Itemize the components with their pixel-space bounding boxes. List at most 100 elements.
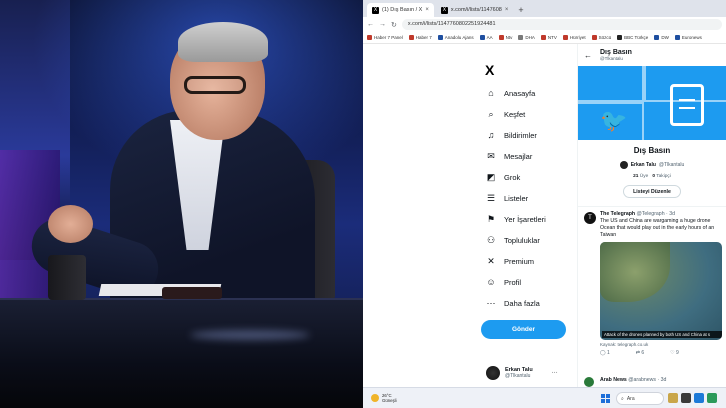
bookmark-item[interactable]: Haber 7 [408,35,432,40]
close-tab-icon[interactable]: × [425,7,429,13]
sidebar-item-listeler[interactable]: ☰ Listeler [486,193,528,203]
sidebar-item-label: Topluluklar [504,235,540,245]
bookmark-favicon-icon [654,35,660,40]
grok-icon: ◩ [486,171,496,182]
taskbar-app-icon[interactable] [668,393,678,403]
bookmark-icon: ⚑ [486,213,496,224]
home-icon: ⌂ [488,87,494,98]
tab-title: x.com/i/lists/1147608 [450,7,502,13]
bookmark-favicon-icon [437,35,443,40]
reply-button[interactable]: ◯ 1 [600,350,610,356]
x-logo-icon[interactable]: X [485,62,494,78]
document-icon [670,84,704,126]
weather-widget[interactable]: 26°C Güneşli [371,393,397,403]
premium-icon: ✕ [487,255,495,266]
bookmark-favicon-icon [518,35,524,40]
bookmark-item[interactable]: BBC Türkçe [617,35,648,40]
bookmark-favicon-icon [408,35,414,40]
tweet-text: The US and China are wargaming a huge dr… [600,218,715,238]
back-arrow-icon[interactable]: ← [367,21,374,28]
more-dots-icon[interactable]: ··· [552,370,558,376]
taskbar-search[interactable]: ⌕ Ara [616,392,664,405]
owner-name: Erkan Talu [630,162,656,168]
sidebar-item-mesajlar[interactable]: ✉ Mesajlar [486,151,532,161]
sidebar-item-ke-fet[interactable]: ⌕ Keşfet [486,109,525,119]
reload-icon[interactable]: ↻ [391,21,397,29]
bookmark-item[interactable]: DW [654,35,669,40]
tweet[interactable]: Arab News @arabnews · 3d [578,377,726,387]
address-bar-row: ← → ↻ x.com/i/lists/1147760802251924481 [363,17,726,32]
bookmark-label: BBC Türkçe [624,35,649,40]
bookmark-item[interactable]: Ntv [498,35,512,40]
bookmark-label: Haber 7 [415,35,432,40]
bell-icon: ♫ [487,129,495,140]
post-button[interactable]: Gönder [481,320,566,339]
bookmark-item[interactable]: Sözcü [591,35,611,40]
sidebar-item-yer-i-aretleri[interactable]: ⚑ Yer İşaretleri [486,214,546,224]
list-owner[interactable]: Erkan Talu @Tlkantalu [578,161,726,169]
list-header-handle: @Tlkantalu [600,56,623,61]
retweet-count: 6 [641,350,645,356]
sidebar-item-premium[interactable]: ✕ Premium [486,256,534,266]
avatar [584,377,594,387]
bookmark-label: Euronews [681,35,702,40]
sidebar-item-grok[interactable]: ◩ Grok [486,171,521,182]
profile-icon: ☺ [486,276,496,287]
bookmark-item[interactable]: Euronews [674,35,702,40]
search-label: Ara [626,395,635,402]
bookmark-item[interactable]: DHA [518,35,535,40]
url-field[interactable]: x.com/i/lists/1147760802251924481 [401,19,722,30]
retweet-button[interactable]: ⇄ 6 [636,350,644,356]
tweet[interactable]: T The Telegraph @Telegraph · 3d The US a… [578,207,726,356]
sidebar-item-label: Mesajlar [504,151,533,161]
members-count[interactable]: 21 [633,174,638,179]
forward-arrow-icon[interactable]: → [379,21,386,28]
sidebar-item-daha-fazla[interactable]: ⋯ Daha fazla [486,298,540,308]
back-arrow-icon[interactable]: ← [584,51,592,60]
sidebar-item-anasayfa[interactable]: ⌂ Anasayfa [486,88,535,98]
new-tab-button[interactable]: + [515,3,526,17]
bookmark-item[interactable]: NTV [540,35,557,40]
list-header: ← Dış Basın @Tlkantalu [578,44,726,66]
tweet-image[interactable]: Attack of the drones planned by both US … [600,242,722,340]
sun-icon [371,394,379,402]
tweet-author[interactable]: Arab News [600,377,627,383]
sidebar-item-profil[interactable]: ☺ Profil [486,277,521,287]
bookmark-item[interactable]: Haber 7 Panel [367,35,403,40]
taskbar-app-icon[interactable] [707,393,717,403]
sidebar-item-topluluklar[interactable]: ⚇ Topluluklar [486,235,540,245]
lists-icon: ☰ [486,192,496,203]
sidebar-item-label: Daha fazla [504,298,540,308]
edit-list-button[interactable]: Listeyi Düzenle [623,185,681,198]
tab-dis-basin[interactable]: X (1) Dış Basın / X × [367,3,434,17]
sidebar-item-label: Keşfet [504,109,526,119]
tweet-header: The Telegraph @Telegraph · 3d [600,211,722,217]
presenter-hand [48,205,93,243]
close-tab-icon[interactable]: × [505,7,509,13]
bookmark-favicon-icon [498,35,504,40]
account-switcher[interactable]: Erkan Talu @Tlkantalu ··· [486,366,558,380]
taskbar-app-icon[interactable] [681,393,691,403]
followers-label[interactable]: Takipçi [656,174,671,179]
tweet-handle: @arabnews · 3d [628,377,667,383]
bookmark-favicon-icon [479,35,485,40]
tweet-actions: ◯ 1 ⇄ 6 ♡ 9 [600,350,722,356]
bookmark-item[interactable]: AA [479,35,493,40]
bookmark-item[interactable]: Hürriyet [562,35,586,40]
link-source[interactable]: Kaynak: telegraph.co.uk [600,342,722,347]
bookmarks-bar: Haber 7 Panel Haber 7 Anadolu Ajans AA Ntv DH… [363,32,726,44]
bookmark-item[interactable]: Anadolu Ajans [437,35,474,40]
taskbar-app-icon[interactable] [694,393,704,403]
bookmark-label: NTV [547,35,557,40]
followers-count[interactable]: 0 [652,174,655,179]
members-label[interactable]: Üye [640,174,649,179]
tab-lists[interactable]: X x.com/i/lists/1147608 × [436,3,513,17]
bookmark-label: DHA [525,35,535,40]
x-sidebar: X ⌂ Anasayfa ⌕ Keşfet ♫ Bildirimler ✉ Mesajlar ◩… [481,44,579,387]
windows-start-icon[interactable] [601,394,610,403]
sidebar-item-label: Premium [504,256,535,266]
sidebar-item-bildirimler[interactable]: ♫ Bildirimler [486,130,537,140]
bookmark-label: Anadolu Ajans [444,35,474,40]
tweet-author[interactable]: The Telegraph [600,211,635,217]
like-button[interactable]: ♡ 9 [670,350,679,356]
